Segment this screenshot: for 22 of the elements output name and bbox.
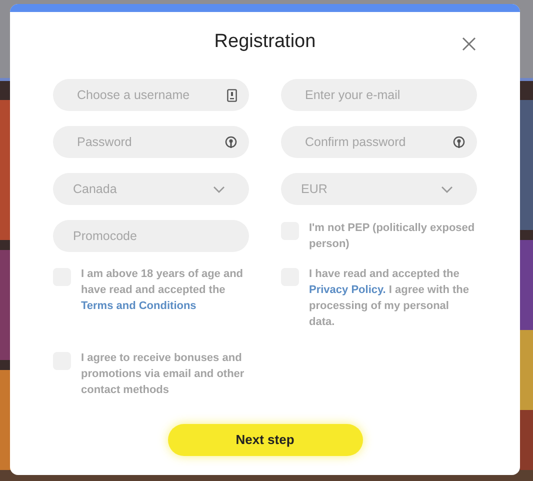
email-field[interactable]: Enter your e-mail [281, 79, 477, 111]
chevron-down-icon [441, 186, 453, 192]
agreement-text: I am above 18 years of age and have read and accepted the Terms and Conditions [81, 267, 244, 314]
currency-select[interactable]: EUR [281, 173, 477, 205]
password-field[interactable]: Password [53, 126, 249, 158]
confirm-password-field[interactable]: Confirm password [281, 126, 477, 158]
dialog-title: Registration [214, 30, 316, 54]
close-icon [462, 37, 476, 51]
id-card-icon [227, 88, 237, 102]
chevron-down-icon [213, 186, 225, 192]
agreement-text: I have read and accepted the Privacy Policy. I agree with the processing of my personal data. [309, 267, 470, 330]
keyhole-icon [453, 136, 465, 148]
policy-link[interactable]: Terms and Conditions [81, 300, 196, 312]
keyhole-icon [225, 136, 237, 148]
policy-link[interactable]: Privacy Policy. [309, 284, 386, 296]
promocode-field[interactable]: Promocode [53, 220, 249, 252]
agreement-text: I'm not PEP (politically exposed person) [309, 221, 476, 252]
close-button[interactable] [461, 36, 477, 52]
country-select[interactable]: Canada [53, 173, 249, 205]
next-step-button[interactable]: Next step [168, 424, 362, 456]
agreement-text: I agree to receive bonuses and promotions via email and other contact methods [81, 351, 246, 398]
username-field[interactable]: Choose a username [53, 79, 249, 111]
